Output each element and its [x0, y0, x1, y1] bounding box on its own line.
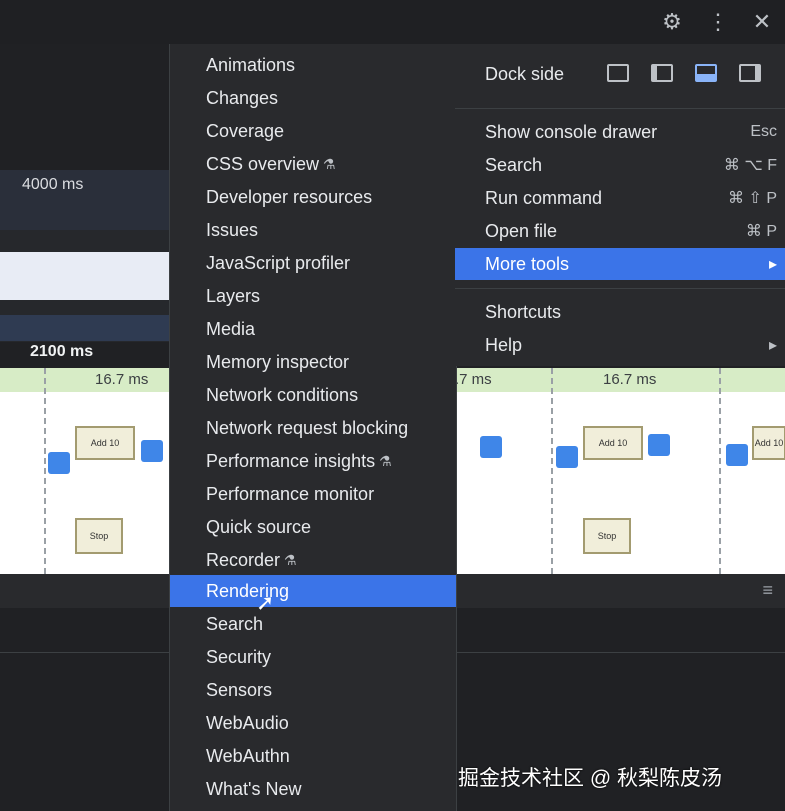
input-marker — [556, 446, 578, 468]
network-track — [0, 315, 170, 341]
menu-item-developer-resources[interactable]: Developer resources — [170, 181, 456, 213]
input-marker — [726, 444, 748, 466]
menu-item-css-overview[interactable]: CSS overview ⚗ — [170, 148, 456, 180]
menu-item-memory-inspector[interactable]: Memory inspector — [170, 346, 456, 378]
ruler-time-label: 2100 ms — [30, 343, 94, 360]
menu-item-whats-new[interactable]: What's New — [170, 773, 456, 805]
menu-separator — [455, 288, 785, 289]
dock-bottom-icon[interactable] — [695, 64, 717, 82]
shortcut-label: ⌘ ⇧ P — [728, 190, 777, 207]
frame-duration: 16.7 ms — [95, 371, 149, 388]
input-marker — [648, 434, 670, 456]
chevron-right-icon: ▸ — [768, 337, 777, 354]
menu-item-webauthn[interactable]: WebAuthn — [170, 740, 456, 772]
menu-item-coverage[interactable]: Coverage — [170, 115, 456, 147]
menu-item-recorder[interactable]: Recorder ⚗ — [170, 544, 456, 576]
watermark: 掘金技术社区 @ 秋梨陈皮汤 — [458, 767, 722, 790]
input-marker — [480, 436, 502, 458]
menu-item-changes[interactable]: Changes — [170, 82, 456, 114]
frame-divider — [551, 368, 553, 574]
menu-item-media[interactable]: Media — [170, 313, 456, 345]
flask-icon: ⚗ — [284, 551, 297, 568]
customize-menu: Dock side Show console drawer Esc Search… — [455, 44, 785, 366]
overview-time-label: 4000 ms — [22, 176, 84, 193]
screenshot-button: Stop — [583, 518, 631, 554]
menu-item-security[interactable]: Security — [170, 641, 456, 673]
menu-item-show-console-drawer[interactable]: Show console drawer Esc — [455, 116, 785, 148]
menu-item-webaudio[interactable]: WebAudio — [170, 707, 456, 739]
shortcut-label: Esc — [750, 123, 777, 140]
menu-item-run-command[interactable]: Run command ⌘ ⇧ P — [455, 182, 785, 214]
flask-icon: ⚗ — [379, 452, 392, 469]
frame-divider — [44, 368, 46, 574]
menu-item-layers[interactable]: Layers — [170, 280, 456, 312]
menu-item-sensors[interactable]: Sensors — [170, 674, 456, 706]
close-icon[interactable]: ✕ — [748, 8, 776, 36]
menu-item-quick-source[interactable]: Quick source — [170, 511, 456, 543]
shortcut-label: ⌘ ⌥ F — [723, 157, 777, 174]
flask-icon: ⚗ — [323, 155, 336, 172]
menu-item-animations[interactable]: Animations — [170, 49, 456, 81]
hamburger-icon[interactable]: ≡ — [762, 580, 773, 601]
input-marker — [141, 440, 163, 462]
screenshot-button: Stop — [75, 518, 123, 554]
menu-item-performance-insights[interactable]: Performance insights ⚗ — [170, 445, 456, 477]
timeline-overview[interactable] — [0, 170, 170, 342]
shortcut-label: ⌘ P — [745, 223, 777, 240]
menu-item-more-tools[interactable]: More tools ▸ — [455, 248, 785, 280]
screenshot-button: Add 10 — [752, 426, 785, 460]
gear-icon[interactable]: ⚙ — [658, 8, 686, 36]
screenshot-button: Add 10 — [75, 426, 135, 460]
dock-left-icon[interactable] — [651, 64, 673, 82]
menu-item-search[interactable]: Search — [170, 608, 456, 640]
undock-icon[interactable] — [607, 64, 629, 82]
chevron-right-icon: ▸ — [768, 256, 777, 273]
dock-side-label: Dock side — [485, 63, 565, 84]
menu-item-help[interactable]: Help ▸ — [455, 329, 785, 361]
menu-item-performance-monitor[interactable]: Performance monitor — [170, 478, 456, 510]
menu-item-network-request-blocking[interactable]: Network request blocking — [170, 412, 456, 444]
menu-separator — [455, 108, 785, 109]
input-marker — [48, 452, 70, 474]
menu-item-shortcuts[interactable]: Shortcuts — [455, 296, 785, 328]
frame-divider — [719, 368, 721, 574]
more-tools-submenu: Animations Changes Coverage CSS overview… — [169, 44, 457, 811]
screenshot-button: Add 10 — [583, 426, 643, 460]
frame-duration: .7 ms — [455, 371, 492, 388]
screenshot-track — [0, 252, 170, 300]
frame-duration: 16.7 ms — [603, 371, 657, 388]
menu-item-rendering[interactable]: Rendering — [170, 575, 456, 607]
mouse-cursor-icon: ➚ — [256, 590, 275, 615]
dock-right-icon[interactable] — [739, 64, 761, 82]
menu-item-javascript-profiler[interactable]: JavaScript profiler — [170, 247, 456, 279]
devtools-toolbar: ⚙ ⋮ ✕ — [0, 0, 785, 45]
menu-item-network-conditions[interactable]: Network conditions — [170, 379, 456, 411]
menu-item-open-file[interactable]: Open file ⌘ P — [455, 215, 785, 247]
menu-item-search[interactable]: Search ⌘ ⌥ F — [455, 149, 785, 181]
kebab-icon[interactable]: ⋮ — [704, 8, 732, 36]
menu-item-issues[interactable]: Issues — [170, 214, 456, 246]
